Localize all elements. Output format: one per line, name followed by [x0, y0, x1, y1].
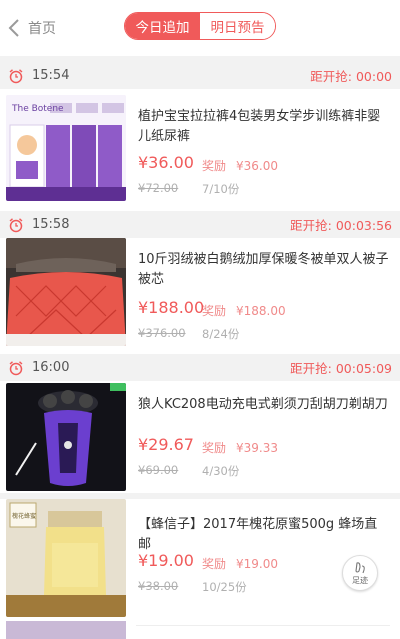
product-image	[6, 383, 126, 491]
back-label: 首页	[28, 21, 56, 37]
product-image: 槐花蜂蜜	[6, 499, 126, 617]
alarm-clock-icon	[9, 68, 23, 83]
promo-price: ¥188.00	[138, 298, 205, 317]
countdown-text: 距开抢: 00:05:09	[290, 361, 392, 376]
promo-price: ¥36.00	[138, 153, 194, 172]
reward-value: ¥19.00	[236, 557, 279, 571]
thumb-label-text: 槐花蜂蜜	[12, 512, 36, 520]
time-slot-bar: 16:00 距开抢: 00:05:09	[0, 354, 400, 381]
alarm-clock-icon	[9, 360, 23, 375]
original-price: ¥72.00	[138, 181, 179, 195]
footprint-icon	[355, 561, 365, 573]
product-title[interactable]: 【蜂信子】2017年槐花原蜜500g 蜂场直邮	[138, 515, 390, 555]
sold-count: 7/10份	[202, 182, 240, 196]
chevron-left-icon	[8, 19, 19, 37]
promo-price: ¥29.67	[138, 435, 194, 454]
top-navigation-bar: 首页 今日追加 明日预告	[0, 0, 400, 56]
countdown-text: 距开抢: 00:00	[310, 69, 392, 84]
reward-label: 奖励	[202, 557, 227, 571]
countdown-text: 距开抢: 00:03:56	[290, 218, 392, 233]
time-slot-bar: 15:58 距开抢: 00:03:56	[0, 211, 400, 238]
slot-time: 15:54	[32, 68, 70, 83]
sold-count: 10/25份	[202, 580, 247, 594]
product-title[interactable]: 狼人KC208电动充电式剃须刀刮胡刀剃胡刀	[138, 395, 390, 415]
reward-info: 奖励 ¥39.33	[202, 439, 278, 456]
original-price: ¥376.00	[138, 326, 186, 340]
next-product-image-peek	[6, 621, 126, 639]
sold-count: 8/24份	[202, 327, 240, 341]
time-slot-bar: 15:54 距开抢: 00:00	[0, 62, 400, 89]
footprint-label: 足迹	[352, 575, 368, 585]
reward-info: 奖励 ¥36.00	[202, 157, 278, 174]
original-price: ¥38.00	[138, 579, 179, 593]
product-item[interactable]: 狼人KC208电动充电式剃须刀刮胡刀剃胡刀 ¥29.67 奖励 ¥39.33 ¥6…	[0, 381, 400, 493]
tab-tomorrow-preview[interactable]: 明日预告	[200, 13, 275, 39]
product-title[interactable]: 10斤羽绒被白鹅绒加厚保暖冬被单双人被子被芯	[138, 250, 390, 290]
original-price: ¥69.00	[138, 463, 179, 477]
reward-value: ¥188.00	[236, 304, 286, 318]
product-item[interactable]: 槐花蜂蜜 【蜂信子】2017年槐花原蜜500g 蜂场直邮 ¥19.00 奖励 ¥1…	[0, 499, 400, 639]
alarm-clock-icon	[9, 217, 23, 232]
tab-switcher: 今日追加 明日预告	[124, 12, 276, 40]
reward-label: 奖励	[202, 304, 227, 318]
divider	[136, 625, 390, 626]
tab-today-added[interactable]: 今日追加	[125, 13, 200, 39]
reward-value: ¥36.00	[236, 159, 279, 173]
product-title[interactable]: 植护宝宝拉拉裤4包装男女学步训练裤非婴儿纸尿裤	[138, 107, 390, 147]
sold-count: 4/30份	[202, 464, 240, 478]
reward-label: 奖励	[202, 159, 227, 173]
slot-time: 16:00	[32, 360, 70, 375]
reward-info: 奖励 ¥188.00	[202, 302, 286, 319]
slot-time: 15:58	[32, 217, 70, 232]
back-button[interactable]: 首页	[8, 14, 56, 42]
reward-value: ¥39.33	[236, 441, 279, 455]
product-item[interactable]: The Botene 植护宝宝拉拉裤4包装男女学步训练裤非婴儿纸尿裤 ¥36.0…	[0, 89, 400, 207]
footprint-button[interactable]: 足迹	[342, 555, 378, 591]
reward-label: 奖励	[202, 441, 227, 455]
product-image: The Botene	[6, 95, 126, 201]
product-image	[6, 238, 126, 346]
reward-info: 奖励 ¥19.00	[202, 555, 278, 572]
promo-price: ¥19.00	[138, 551, 194, 570]
product-item[interactable]: 10斤羽绒被白鹅绒加厚保暖冬被单双人被子被芯 ¥188.00 奖励 ¥188.00…	[0, 238, 400, 350]
